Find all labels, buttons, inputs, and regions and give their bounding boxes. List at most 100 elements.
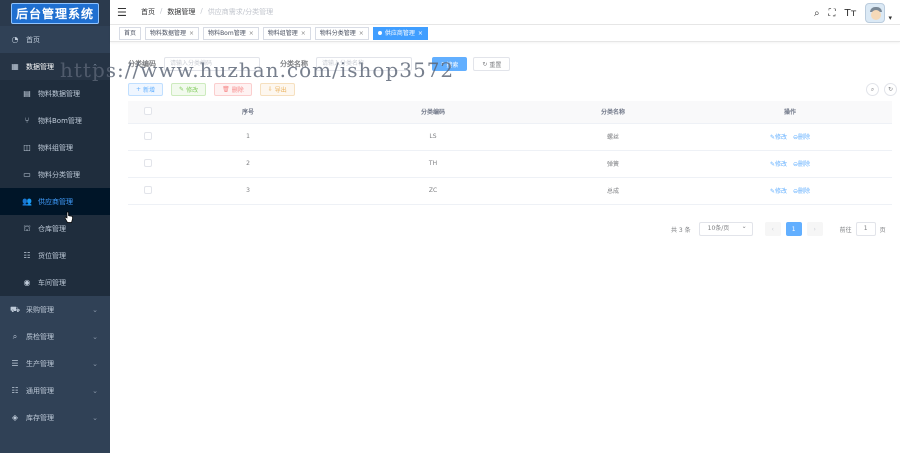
breadcrumb-home[interactable]: 首页 [141, 7, 155, 17]
col-header-no: 序号 [168, 101, 328, 124]
row-edit-link[interactable]: ✎修改 [770, 134, 787, 141]
sidebar-item-home[interactable]: ◔ 首页 [0, 26, 110, 53]
edit-button-label: 修改 [186, 87, 199, 94]
toggle-search-icon[interactable]: ⌕ [866, 83, 879, 96]
hamburger-icon[interactable]: ☰ [117, 6, 135, 19]
active-dot-icon [377, 31, 382, 35]
sidebar-item-material-category[interactable]: ▭ 物料分类管理 [0, 161, 110, 188]
row-checkbox[interactable] [144, 131, 152, 140]
navbar-tools: ⌕ ⛶ Tт ▾ [814, 3, 892, 23]
sidebar-item-quality[interactable]: ⌕ 质检管理 ⌄ [0, 323, 110, 350]
row-checkbox[interactable] [144, 185, 152, 194]
goto-input[interactable]: 1 [855, 222, 876, 236]
tag-label: 物料Bom管理 [208, 29, 246, 37]
sidebar-item-supplier[interactable]: 👥 供应商管理 [0, 188, 110, 215]
name-label: 分类名称 [280, 60, 308, 68]
sidebar-item-material-data[interactable]: ▤ 物料数据管理 [0, 80, 110, 107]
row-edit-link[interactable]: ✎修改 [770, 188, 787, 195]
search-button[interactable]: ⌕ 搜索 [432, 57, 468, 71]
prev-page-button[interactable]: ‹ [764, 222, 781, 236]
tag-home[interactable]: 首页 [119, 26, 142, 40]
table-header-row: 序号 分类编码 分类名称 操作 [128, 101, 892, 124]
sidebar-item-workshop[interactable]: ◉ 车间管理 [0, 269, 110, 296]
page-size-select[interactable]: 10条/页 [698, 221, 753, 236]
delete-button-label: 删除 [231, 87, 244, 94]
trash-icon: 🗑 [222, 86, 230, 93]
tag-material-category[interactable]: 物料分类管理 × [314, 26, 369, 40]
cart-icon: ⛟ [10, 304, 21, 314]
plus-icon: + [136, 86, 142, 93]
goto-label: 前往 [839, 226, 852, 234]
avatar[interactable] [865, 3, 886, 23]
font-size-icon[interactable]: Tт [845, 8, 857, 19]
app-root: 后台管理系统 ◔ 首页 ▦ 数据管理 ⌃ ▤ 物料数据管理 ⑂ 物料Bom管理 ◫ 物料组管… [0, 0, 900, 453]
close-icon[interactable]: × [249, 28, 254, 39]
breadcrumb-level2[interactable]: 数据管理 [167, 7, 195, 17]
tag-label: 物料分类管理 [319, 29, 356, 37]
add-button[interactable]: + 新增 [128, 83, 164, 96]
row-delete-link[interactable]: ⊖删除 [793, 134, 810, 141]
sidebar-item-purchase[interactable]: ⛟ 采购管理 ⌄ [0, 296, 110, 323]
edit-button[interactable]: ✎ 修改 [171, 83, 207, 96]
list-icon: ☰ [11, 359, 19, 368]
edit-icon: ✎ [179, 86, 185, 93]
reset-button[interactable]: ↻ 重置 [473, 57, 511, 71]
pagination-total: 共 3 条 [671, 226, 691, 234]
row-select-cell [128, 177, 168, 205]
close-icon[interactable]: × [359, 28, 364, 39]
code-input[interactable]: 请输入分类编码 [164, 57, 260, 71]
sidebar-item-label: 供应商管理 [38, 197, 73, 206]
caret-down-icon[interactable]: ▾ [888, 14, 892, 22]
users-icon: 👥 [22, 197, 32, 206]
search-icon[interactable]: ⌕ [814, 8, 820, 19]
sidebar-item-data[interactable]: ▦ 数据管理 ⌃ [0, 53, 110, 80]
close-icon[interactable]: × [189, 28, 194, 39]
chevron-down-icon: ⌄ [92, 413, 98, 422]
sidebar-item-material-bom[interactable]: ⑂ 物料Bom管理 [0, 107, 110, 134]
select-all-checkbox[interactable] [144, 106, 152, 115]
search-icon: ⌕ [441, 60, 445, 67]
sidebar-item-warehouse[interactable]: ⛫ 仓库管理 [0, 215, 110, 242]
sidebar-item-inventory[interactable]: ◈ 库存管理 ⌄ [0, 404, 110, 431]
export-button[interactable]: ⇩ 导出 [259, 83, 295, 96]
sidebar-item-label: 物料分类管理 [38, 170, 80, 179]
tag-material-data[interactable]: 物料数据管理 × [145, 26, 200, 40]
sidebar-item-material-group[interactable]: ◫ 物料组管理 [0, 134, 110, 161]
sidebar-item-label: 物料Bom管理 [38, 116, 82, 125]
sidebar-item-location[interactable]: ☷ 货位管理 [0, 242, 110, 269]
sidebar-menu: ◔ 首页 ▦ 数据管理 ⌃ ▤ 物料数据管理 ⑂ 物料Bom管理 ◫ 物料组管理 ▭ 物料分类… [0, 26, 110, 431]
sidebar-item-label: 数据管理 [26, 62, 54, 71]
chevron-down-icon: ⌄ [92, 386, 98, 395]
document-icon: ▤ [23, 89, 31, 98]
sidebar-item-general[interactable]: ☷ 通用管理 ⌄ [0, 377, 110, 404]
cell-code: TH [328, 150, 538, 178]
next-page-button[interactable]: › [806, 222, 823, 236]
table-row: 3 ZC 总成 ✎修改 ⊖删除 [128, 177, 892, 205]
fullscreen-icon[interactable]: ⛶ [829, 8, 836, 19]
refresh-icon[interactable]: ↻ [884, 83, 897, 96]
sidebar-item-production[interactable]: ☰ 生产管理 ⌄ [0, 350, 110, 377]
name-input[interactable]: 请输入分类名称 [316, 57, 412, 71]
cell-name: 弹簧 [538, 150, 688, 178]
grid-icon: ▦ [11, 62, 19, 71]
row-edit-link[interactable]: ✎修改 [770, 161, 787, 168]
row-delete-link[interactable]: ⊖删除 [793, 161, 810, 168]
tag-supplier[interactable]: 供应商管理 × [372, 26, 428, 40]
breadcrumb-current: 供应商需求/分类管理 [207, 8, 274, 16]
tag-material-group[interactable]: 物料组管理 × [262, 26, 311, 40]
close-icon[interactable]: × [301, 28, 306, 39]
row-delete-link[interactable]: ⊖删除 [793, 188, 810, 195]
chevron-down-icon: ⌄ [92, 359, 98, 368]
col-header-ops: 操作 [688, 101, 892, 124]
cube-icon: ◈ [11, 413, 19, 422]
delete-button[interactable]: 🗑 删除 [214, 83, 252, 96]
page-number-button[interactable]: 1 [785, 222, 802, 236]
tag-label: 首页 [124, 29, 137, 37]
sidebar-item-label: 库存管理 [26, 413, 54, 422]
row-checkbox[interactable] [144, 158, 152, 167]
tag-material-bom[interactable]: 物料Bom管理 × [203, 26, 259, 40]
close-icon[interactable]: × [418, 28, 423, 39]
cell-no: 1 [168, 123, 328, 151]
row-edit-label: 修改 [774, 188, 787, 195]
table-row: 1 LS 螺丝 ✎修改 ⊖删除 [128, 123, 892, 151]
